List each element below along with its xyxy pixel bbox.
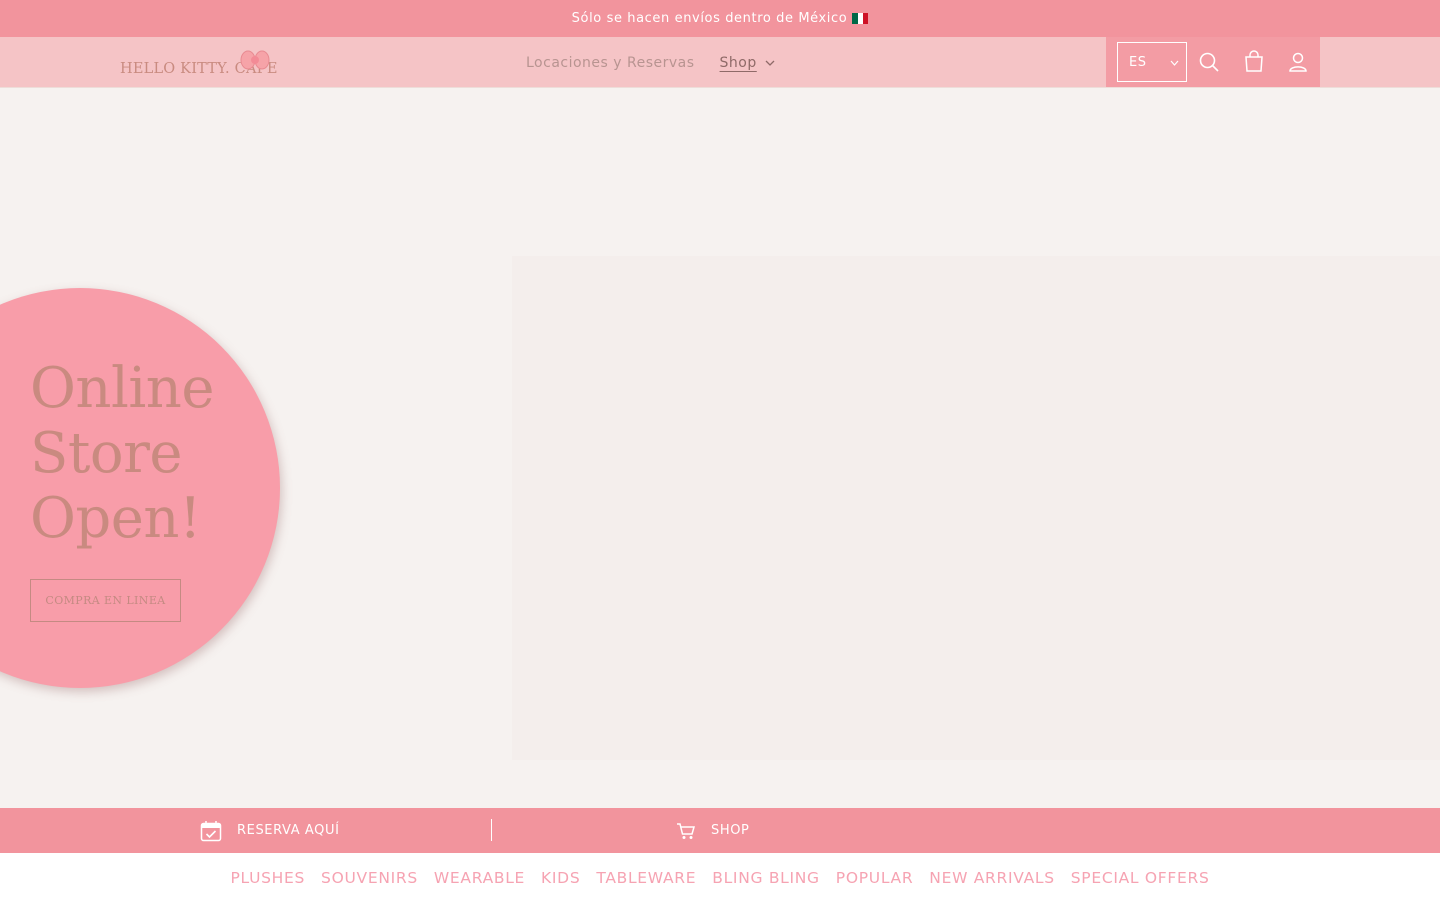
hero-title-line: Open! <box>30 486 201 551</box>
reserve-link[interactable]: RESERVA AQUÍ <box>200 808 340 853</box>
hero-title: Online Store Open! <box>30 356 290 551</box>
shop-label: SHOP <box>711 823 750 838</box>
language-selector[interactable]: ES <box>1117 42 1187 82</box>
chevron-down-icon <box>765 60 775 66</box>
logo[interactable]: HELLO KITTY. CAFE <box>120 45 278 79</box>
calendar-check-icon <box>200 820 222 841</box>
account-icon[interactable] <box>1287 50 1309 74</box>
reserve-label: RESERVA AQUÍ <box>237 823 340 838</box>
chevron-down-icon <box>1170 60 1179 66</box>
mexico-flag-icon <box>852 13 869 24</box>
shop-online-button[interactable]: COMPRA EN LINEA <box>30 579 181 622</box>
bow-icon <box>240 50 270 70</box>
language-value: ES <box>1129 54 1147 70</box>
cart-icon <box>677 822 695 839</box>
nav-shop-label: Shop <box>719 54 757 71</box>
announcement-text: Sólo se hacen envíos dentro de México <box>571 11 848 26</box>
page: Sólo se hacen envíos dentro de México HE… <box>0 0 1440 900</box>
category-nav: PLUSHES SOUVENIRS WEARABLE KIDS TABLEWAR… <box>0 853 1440 900</box>
site-header: HELLO KITTY. CAFE Locaciones y Reservas … <box>0 37 1440 88</box>
category-new-arrivals[interactable]: NEW ARRIVALS <box>929 869 1054 887</box>
hero-title-line: Store <box>30 421 183 486</box>
divider <box>491 819 492 841</box>
category-plushes[interactable]: PLUSHES <box>230 869 305 887</box>
category-special-offers[interactable]: SPECIAL OFFERS <box>1071 869 1210 887</box>
nav-locations-reservations[interactable]: Locaciones y Reservas <box>526 55 695 71</box>
search-icon[interactable] <box>1198 50 1220 74</box>
cart-icon[interactable] <box>1243 50 1265 74</box>
announcement-bar: Sólo se hacen envíos dentro de México <box>0 0 1440 37</box>
category-souvenirs[interactable]: SOUVENIRS <box>321 869 418 887</box>
category-bling-bling[interactable]: BLING BLING <box>712 869 820 887</box>
hero-title-line: Online <box>30 356 215 421</box>
header-actions: ES <box>1106 37 1320 87</box>
category-wearable[interactable]: WEARABLE <box>434 869 525 887</box>
shop-link[interactable]: SHOP <box>676 808 750 853</box>
category-tableware[interactable]: TABLEWARE <box>596 869 696 887</box>
quick-links-bar: RESERVA AQUÍ SHOP <box>0 808 1440 853</box>
category-kids[interactable]: KIDS <box>541 869 580 887</box>
nav-shop[interactable]: Shop <box>720 55 775 71</box>
main-nav: Locaciones y Reservas Shop <box>526 37 775 88</box>
category-popular[interactable]: POPULAR <box>836 869 914 887</box>
hero-image-placeholder <box>512 256 1440 760</box>
